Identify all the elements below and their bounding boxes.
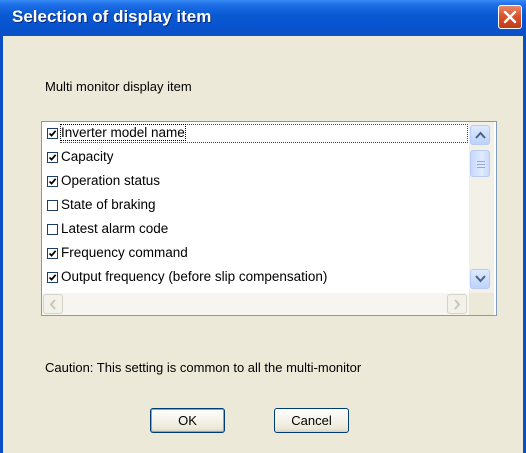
item-label: Frequency command xyxy=(61,245,188,260)
list-item[interactable]: Capacity xyxy=(44,147,468,171)
list-item[interactable]: Inverter model name xyxy=(44,123,468,147)
caution-text: Caution: This setting is common to all t… xyxy=(45,360,362,375)
scroll-left-button[interactable] xyxy=(43,294,63,314)
dialog-window: Selection of display item Multi monitor … xyxy=(0,0,526,453)
checkmark-icon xyxy=(48,178,57,185)
item-label: Capacity xyxy=(61,149,114,164)
item-checkbox[interactable] xyxy=(47,248,58,259)
arrow-up-icon xyxy=(475,131,486,139)
checkmark-icon xyxy=(48,274,57,281)
item-checkbox[interactable] xyxy=(47,272,58,283)
item-checkbox[interactable] xyxy=(47,224,58,235)
checkmark-icon xyxy=(48,130,57,137)
item-checkbox[interactable] xyxy=(47,176,58,187)
title-bar[interactable]: Selection of display item xyxy=(0,0,526,36)
display-item-list[interactable]: Inverter model name Capacity Operation sta… xyxy=(41,121,497,316)
horizontal-scrollbar[interactable] xyxy=(42,293,494,315)
item-checkbox[interactable] xyxy=(47,128,58,139)
scroll-right-button[interactable] xyxy=(447,294,467,314)
item-label: Inverter model name xyxy=(60,124,186,141)
scroll-thumb[interactable] xyxy=(470,150,490,177)
close-button[interactable] xyxy=(498,5,522,29)
checkmark-icon xyxy=(48,250,57,257)
window-title: Selection of display item xyxy=(12,7,212,26)
arrow-down-icon xyxy=(475,275,486,283)
list-item[interactable]: State of braking xyxy=(44,195,468,219)
scrollbar-corner xyxy=(469,293,494,315)
scroll-down-button[interactable] xyxy=(470,269,490,289)
list-item[interactable]: Operation status xyxy=(44,171,468,195)
list-item[interactable]: Latest alarm code xyxy=(44,219,468,243)
item-checkbox[interactable] xyxy=(47,152,58,163)
list-item[interactable]: Output frequency (before slip compensati… xyxy=(44,267,468,291)
cancel-button[interactable]: Cancel xyxy=(274,408,349,433)
list-items: Inverter model name Capacity Operation sta… xyxy=(44,123,468,293)
arrow-right-icon xyxy=(454,299,461,310)
close-icon xyxy=(503,10,517,24)
item-label: Output frequency (before slip compensati… xyxy=(61,269,328,284)
ok-button[interactable]: OK xyxy=(150,408,225,433)
scroll-up-button[interactable] xyxy=(470,125,490,145)
list-heading: Multi monitor display item xyxy=(45,79,192,94)
vertical-scrollbar[interactable] xyxy=(469,122,494,293)
arrow-left-icon xyxy=(49,299,56,310)
item-label: State of braking xyxy=(61,197,156,212)
list-item[interactable]: Frequency command xyxy=(44,243,468,267)
item-label: Operation status xyxy=(61,173,161,188)
checkmark-icon xyxy=(48,154,57,161)
item-checkbox[interactable] xyxy=(47,200,58,211)
window-frame-left xyxy=(0,36,3,453)
item-label: Latest alarm code xyxy=(61,221,169,236)
